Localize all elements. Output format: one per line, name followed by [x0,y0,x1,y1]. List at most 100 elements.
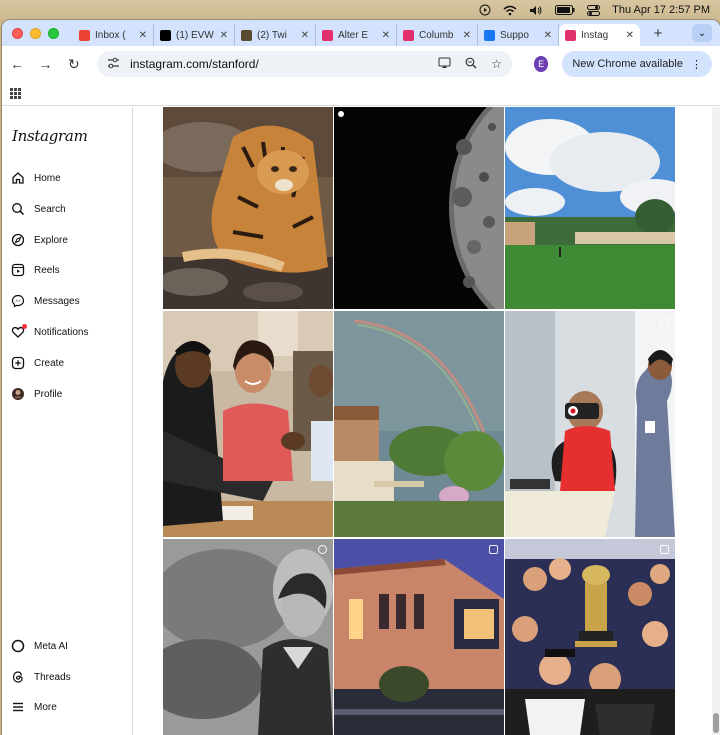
browser-tab[interactable]: Inbox (✕ [73,24,154,46]
sidebar-item-label: Home [34,172,61,184]
sidebar-item-label: Profile [34,388,63,400]
building-image [334,539,504,735]
chevron-down-icon: ⌄ [697,27,707,39]
sidebar-item-home[interactable]: Home [11,167,61,189]
wifi-icon[interactable] [503,3,517,17]
sidebar-item-profile[interactable]: Profile [11,383,62,405]
window-controls [12,27,59,39]
sidebar-item-reels[interactable]: Reels [11,259,60,281]
home-icon [11,171,25,185]
close-tab-icon[interactable]: ✕ [220,30,228,41]
new-chrome-available-button[interactable]: New Chrome available ⋮ [562,51,712,77]
kebab-menu-icon: ⋮ [691,58,702,71]
back-button[interactable]: ← [10,56,24,72]
post-rainbow[interactable] [334,311,504,537]
post-moon[interactable] [334,107,504,309]
champions-image [505,539,675,735]
battery-icon[interactable] [555,3,575,17]
carousel-indicator-icon [660,545,669,554]
sidebar-item-label: Explore [34,234,68,246]
sidebar-item-more[interactable]: More [11,696,57,718]
browser-tab[interactable]: (1) EVW ✕ [154,24,235,46]
tab-label: Columb [419,29,454,41]
minimize-window-button[interactable] [30,27,41,39]
site-settings-icon[interactable] [107,57,120,72]
browser-tab[interactable]: Instag ✕ [559,24,640,46]
sidebar-item-threads[interactable]: Threads [11,666,71,688]
reload-button[interactable]: ↻ [67,56,81,73]
threads-icon [11,670,25,684]
menu-icon [11,700,25,714]
post-vr-headset[interactable] [505,311,675,537]
post-field[interactable] [505,107,675,309]
tab-search-button[interactable]: ⌄ [692,24,712,42]
close-window-button[interactable] [12,27,23,39]
post-building[interactable] [334,539,504,735]
cast-icon[interactable] [438,57,451,72]
play-circle-icon[interactable] [479,3,491,17]
sidebar-item-label: Create [34,357,65,369]
maximize-window-button[interactable] [48,27,59,39]
reel-play-icon [318,545,327,554]
instagram-page: Instagram Home Search Explore Reels Messages… [2,107,720,735]
close-tab-icon[interactable]: ✕ [301,30,309,41]
browser-tab[interactable]: Alter E ✕ [316,24,397,46]
close-tab-icon[interactable]: ✕ [139,30,147,41]
control-center-icon[interactable] [587,3,601,17]
sidebar-item-label: Threads [34,671,71,683]
close-tab-icon[interactable]: ✕ [626,30,634,41]
bookmark-star-icon[interactable]: ☆ [491,57,502,72]
avatar-icon [11,387,25,401]
instagram-icon [565,29,576,41]
sidebar-item-messages[interactable]: Messages [11,290,80,312]
sidebar-item-notifications[interactable]: Notifications [11,321,88,343]
post-champions[interactable] [505,539,675,735]
sidebar-item-create[interactable]: Create [11,352,64,374]
tab-strip: Inbox (✕ (1) EVW ✕ (2) Twi ✕ Alter E ✕ Columb ✕ S… [2,20,720,46]
students-image [163,311,333,537]
vr-headset-image [505,311,675,537]
instagram-icon [403,29,414,41]
plus-square-icon [11,356,25,370]
address-bar[interactable]: instagram.com/stanford/ ☆ [97,51,512,77]
close-tab-icon[interactable]: ✕ [382,30,390,41]
menubar-clock[interactable]: Thu Apr 17 2:57 PM [612,4,710,16]
messenger-icon [11,294,25,308]
close-tab-icon[interactable]: ✕ [463,30,471,41]
sidebar-item-meta-ai[interactable]: Meta AI [11,635,68,657]
tab-label: Instag [581,29,609,41]
browser-tab[interactable]: Suppo ✕ [478,24,559,46]
new-tab-button[interactable]: + [646,25,670,42]
profile-avatar-button[interactable]: E [533,56,549,72]
post-tiger[interactable] [163,107,333,309]
apps-grid-icon[interactable] [10,88,21,99]
carousel-indicator-icon [489,545,498,554]
sidebar-item-label: Meta AI [34,640,68,652]
sidebar-item-label: Notifications [34,326,89,338]
rainbow-image [334,311,504,537]
url-text[interactable]: instagram.com/stanford/ [130,57,428,71]
post-portrait[interactable] [163,539,333,735]
reels-icon [11,263,25,277]
heart-icon [11,324,27,339]
meta-ai-icon [11,639,25,653]
browser-toolbar: ← → ↻ instagram.com/stanford/ ☆ E New Ch… [2,46,720,82]
carousel-indicator-icon [660,317,669,326]
page-scrollbar[interactable] [712,107,720,735]
browser-tab[interactable]: Columb ✕ [397,24,478,46]
forward-button[interactable]: → [38,56,53,72]
close-tab-icon[interactable]: ✕ [544,30,552,41]
sidebar-item-search[interactable]: Search [11,198,66,220]
update-label: New Chrome available [572,58,683,70]
sidebar-item-label: Messages [34,295,80,307]
instagram-logo[interactable]: Instagram [12,127,88,145]
search-icon [11,202,25,216]
macos-menu-bar: Thu Apr 17 2:57 PM [0,0,720,20]
post-students[interactable] [163,311,333,537]
sidebar-item-explore[interactable]: Explore [11,229,68,251]
reel-indicator-icon [338,111,344,117]
browser-tab[interactable]: (2) Twi ✕ [235,24,316,46]
scrollbar-thumb[interactable] [713,713,719,733]
volume-icon[interactable] [529,3,543,17]
zoom-icon[interactable] [465,57,477,72]
